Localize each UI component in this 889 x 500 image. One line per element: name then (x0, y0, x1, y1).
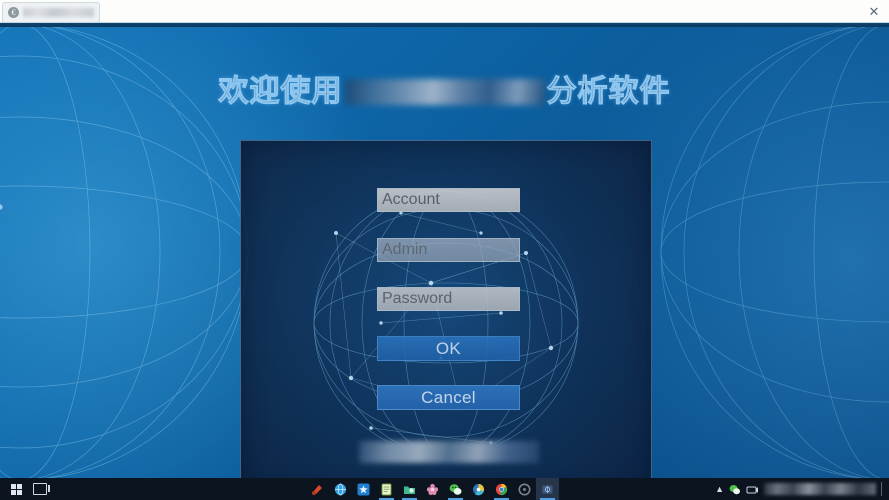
login-dialog: Account Admin Password OK Cancel (240, 140, 652, 478)
task-view-icon (33, 483, 50, 495)
tray-network-icon[interactable] (746, 484, 759, 495)
screen: € ✕ 欢迎使用 分析软件 Account Admin Password OK … (0, 0, 889, 500)
globe-graphic-left (0, 27, 249, 478)
taskbar-app-pink-flower[interactable] (421, 478, 444, 500)
taskbar-system-buttons (0, 478, 52, 500)
app-icon: € (8, 7, 19, 18)
browser-tab[interactable]: € (2, 2, 100, 22)
taskbar-app-gray-disc[interactable] (513, 478, 536, 500)
close-icon[interactable]: ✕ (859, 1, 889, 22)
taskbar-app-notepad[interactable] (375, 478, 398, 500)
banner-suffix: 分析软件 (546, 74, 671, 109)
ok-button[interactable]: OK (377, 336, 520, 361)
password-input[interactable]: Password (377, 287, 520, 311)
taskbar-app-blue-star[interactable] (352, 478, 375, 500)
taskbar-app-chrome[interactable] (490, 478, 513, 500)
taskbar-app-colorful-circle[interactable] (467, 478, 490, 500)
taskbar: ▲ (0, 478, 889, 500)
tab-title-redacted (23, 8, 94, 17)
tray-chevron-up-icon[interactable]: ▲ (715, 484, 724, 494)
start-button[interactable] (4, 478, 28, 500)
taskbar-app-icons (306, 478, 559, 500)
taskbar-app-green-folder[interactable] (398, 478, 421, 500)
show-desktop-button[interactable] (881, 482, 886, 496)
cancel-button[interactable]: Cancel (377, 385, 520, 410)
globe-graphic-right (660, 27, 889, 478)
desktop-wallpaper: 欢迎使用 分析软件 Account Admin Password OK Canc… (0, 27, 889, 478)
task-view-button[interactable] (28, 478, 52, 500)
taskbar-app-media-player[interactable] (306, 478, 329, 500)
taskbar-app-internet-explorer[interactable] (329, 478, 352, 500)
admin-input[interactable]: Admin (377, 238, 520, 262)
tray-wechat-icon[interactable] (729, 484, 741, 495)
system-tray: ▲ (715, 482, 889, 496)
windows-logo-icon (10, 483, 22, 495)
taskbar-app-wechat[interactable] (444, 478, 467, 500)
taskbar-app-active-window[interactable] (536, 478, 559, 500)
tray-text-redacted (764, 483, 876, 495)
window-title-bar: € ✕ (0, 0, 889, 23)
login-form: Account Admin Password OK Cancel (241, 141, 651, 478)
account-input[interactable]: Account (377, 188, 520, 212)
banner-redacted-product-name (344, 79, 545, 105)
dialog-footer-redacted (359, 441, 539, 463)
